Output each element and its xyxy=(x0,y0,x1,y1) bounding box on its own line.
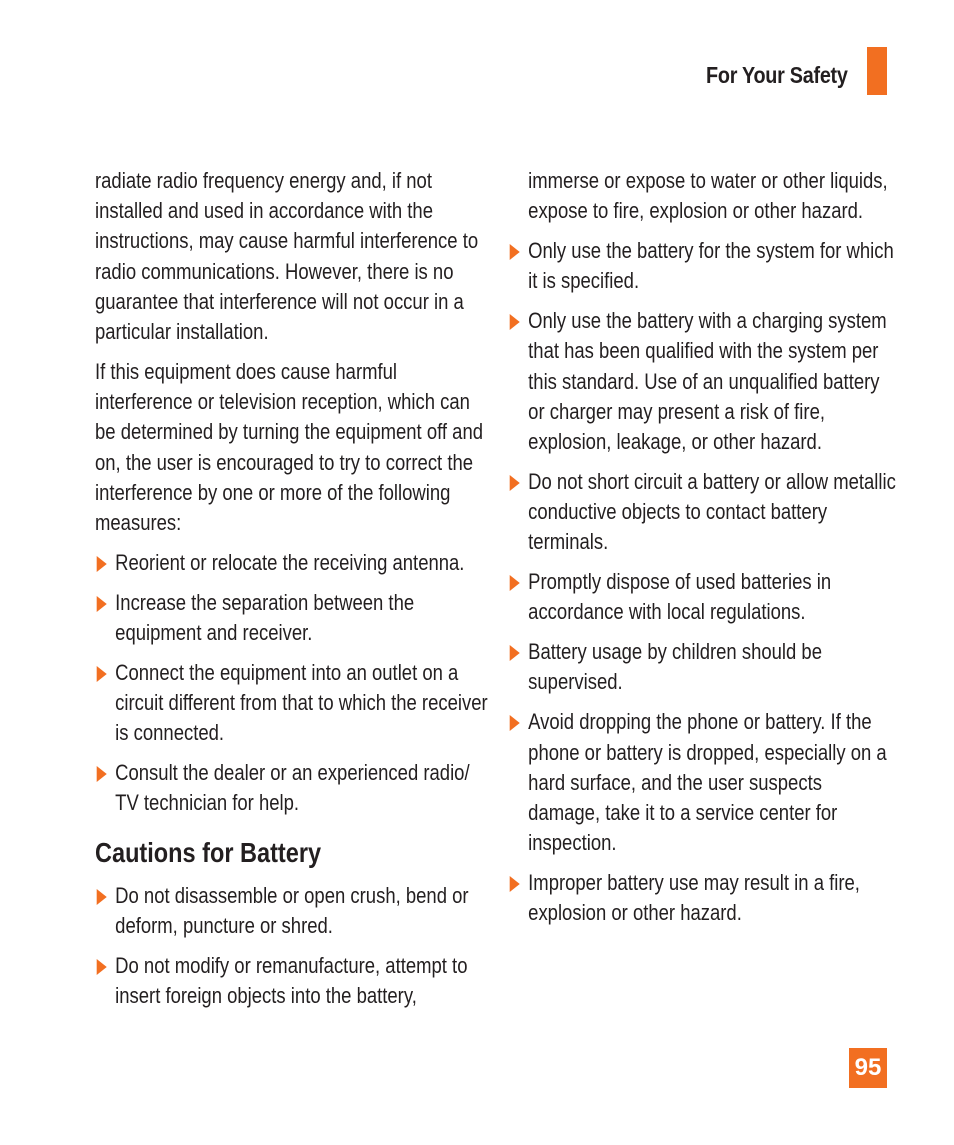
list-item-continuation: immerse or expose to water or other liqu… xyxy=(528,168,888,224)
bullet-arrow-icon xyxy=(509,876,520,893)
page-number: 95 xyxy=(849,1048,887,1088)
bullet-arrow-icon xyxy=(509,645,520,662)
bullet-arrow-icon xyxy=(509,715,520,732)
bullet-arrow-icon xyxy=(96,555,107,572)
list-item: Only use the battery with a charging sys… xyxy=(508,306,896,457)
section-heading: Cautions for Battery xyxy=(95,836,322,868)
list-item: Do not short circuit a battery or allow … xyxy=(508,467,896,558)
list-item: Promptly dispose of used batteries in ac… xyxy=(508,567,896,627)
bullet-arrow-icon xyxy=(509,244,520,261)
list-item: Battery usage by children should be supe… xyxy=(508,637,896,697)
bullet-arrow-icon xyxy=(96,665,107,682)
bullet-arrow-icon xyxy=(509,314,520,331)
left-column: radiate radio frequency energy and, if n… xyxy=(95,166,488,1021)
bullet-arrow-icon xyxy=(96,766,107,783)
list-item: Reorient or relocate the receiving anten… xyxy=(95,548,488,578)
bullet-arrow-icon xyxy=(509,474,520,491)
bullet-arrow-icon xyxy=(96,595,107,612)
paragraph: If this equipment does cause harmful int… xyxy=(95,358,484,535)
right-column: immerse or expose to water or other liqu… xyxy=(508,166,896,938)
section-title: For Your Safety xyxy=(706,62,848,88)
list-item: Only use the battery for the system for … xyxy=(508,236,896,296)
list-item: Do not disassemble or open crush, bend o… xyxy=(95,881,488,941)
list-item: Improper battery use may result in a fir… xyxy=(508,868,896,928)
list-item: Consult the dealer or an experienced rad… xyxy=(95,758,488,818)
bullet-arrow-icon xyxy=(96,958,107,975)
list-item: Increase the separation between the equi… xyxy=(95,588,488,648)
bullet-arrow-icon xyxy=(509,575,520,592)
list-item: Do not modify or remanufacture, attempt … xyxy=(95,951,488,1011)
list-item: Connect the equipment into an outlet on … xyxy=(95,658,488,749)
bullet-arrow-icon xyxy=(96,888,107,905)
list-item: Avoid dropping the phone or battery. If … xyxy=(508,707,896,858)
section-tab-marker xyxy=(867,47,887,95)
paragraph: radiate radio frequency energy and, if n… xyxy=(95,168,479,345)
